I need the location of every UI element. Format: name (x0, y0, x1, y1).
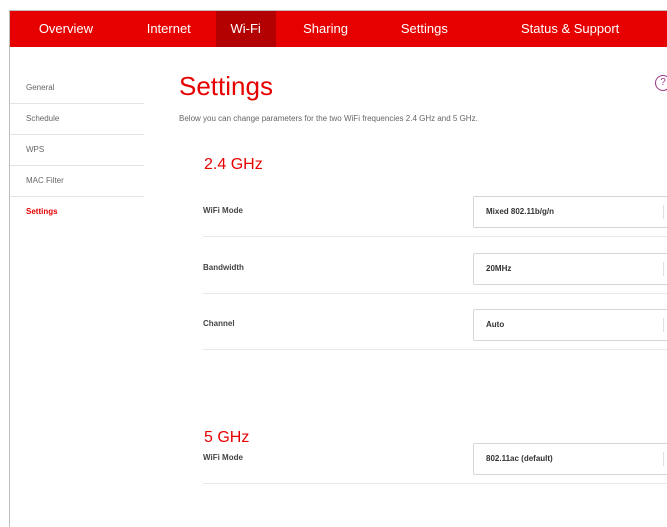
row-wifi-mode-5ghz: WiFi Mode 802.11ac (default) ▾ (203, 443, 667, 484)
bandwidth-label: Bandwidth (203, 263, 244, 272)
tab-settings[interactable]: Settings (375, 11, 473, 47)
section-heading-2-4ghz: 2.4 GHz (204, 156, 263, 173)
wifi-mode-select[interactable]: Mixed 802.11b/g/n ▾ (473, 196, 667, 228)
row-channel-2-4ghz: Channel Auto ▾ (203, 309, 667, 350)
bandwidth-select[interactable]: 20MHz ▾ (473, 253, 667, 285)
sidebar-item-mac-filter[interactable]: MAC Filter (10, 166, 144, 197)
tab-sharing[interactable]: Sharing (276, 11, 376, 47)
wifi-mode-label: WiFi Mode (203, 206, 243, 215)
row-bandwidth-2-4ghz: Bandwidth 20MHz ▾ (203, 253, 667, 294)
sidebar-item-wps[interactable]: WPS (10, 135, 144, 166)
help-circle-icon[interactable]: ? (655, 75, 667, 91)
wifi-mode-value: Mixed 802.11b/g/n (486, 207, 555, 216)
sidebar-item-settings[interactable]: Settings (10, 197, 144, 227)
wifi-mode-5ghz-label: WiFi Mode (203, 453, 243, 462)
tab-overview[interactable]: Overview (10, 11, 122, 47)
tab-internet[interactable]: Internet (122, 11, 216, 47)
chevron-down-icon: ▾ (663, 205, 667, 219)
page-title: Settings (179, 71, 273, 101)
top-navigation: Overview Internet Wi-Fi Sharing Settings… (10, 11, 667, 47)
sidebar-item-general[interactable]: General (10, 73, 144, 104)
chevron-down-icon: ▾ (663, 262, 667, 276)
row-wifi-mode-2-4ghz: WiFi Mode Mixed 802.11b/g/n ▾ (203, 196, 667, 237)
channel-label: Channel (203, 319, 235, 328)
sidebar: General Schedule WPS MAC Filter Settings (10, 73, 144, 227)
sidebar-item-schedule[interactable]: Schedule (10, 104, 144, 135)
chevron-down-icon: ▾ (663, 452, 667, 466)
wifi-mode-5ghz-value: 802.11ac (default) (486, 454, 553, 463)
router-ui-frame: Overview Internet Wi-Fi Sharing Settings… (9, 10, 667, 527)
tab-status-support[interactable]: Status & Support (473, 11, 667, 47)
page-description: Below you can change parameters for the … (179, 114, 478, 123)
bandwidth-value: 20MHz (486, 264, 512, 273)
channel-select[interactable]: Auto ▾ (473, 309, 667, 341)
chevron-down-icon: ▾ (663, 318, 667, 332)
tab-wifi[interactable]: Wi-Fi (215, 11, 276, 47)
wifi-mode-5ghz-select[interactable]: 802.11ac (default) ▾ (473, 443, 667, 475)
channel-value: Auto (486, 320, 505, 329)
